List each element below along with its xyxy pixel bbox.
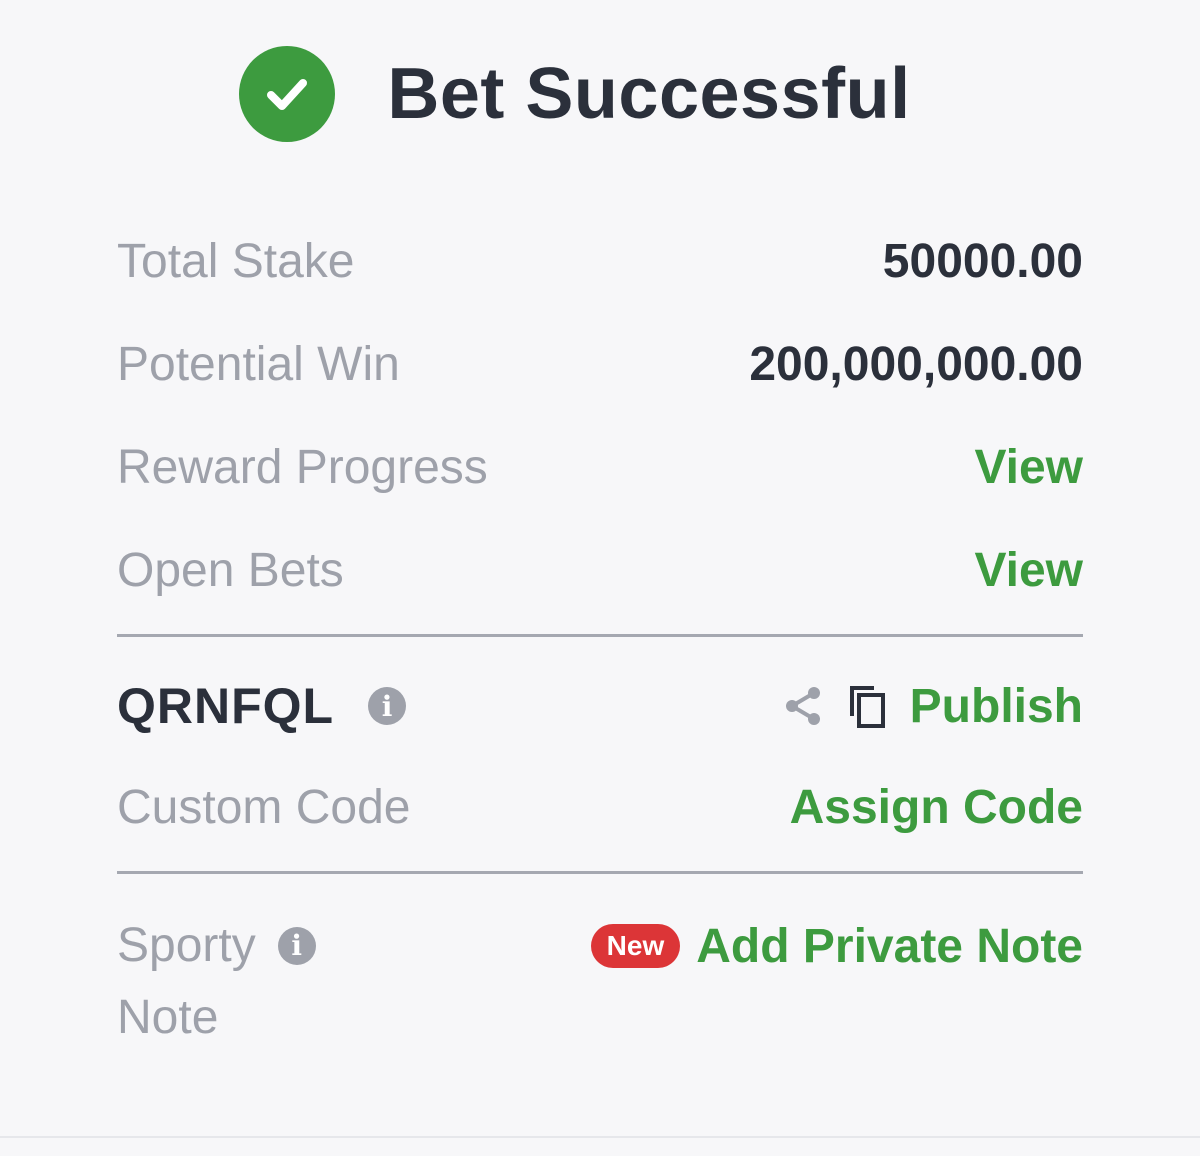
- total-stake-value: 50000.00: [882, 235, 1083, 288]
- reward-progress-label: Reward Progress: [117, 441, 488, 494]
- add-note-group: New Add Private Note: [590, 910, 1083, 982]
- total-stake-row: Total Stake 50000.00: [117, 210, 1083, 313]
- potential-win-value: 200,000,000.00: [749, 338, 1083, 391]
- add-private-note-button[interactable]: Add Private Note: [696, 919, 1083, 974]
- open-bets-row: Open Bets View: [117, 519, 1083, 622]
- potential-win-label: Potential Win: [117, 338, 400, 391]
- reward-progress-row: Reward Progress View: [117, 416, 1083, 519]
- info-icon[interactable]: i: [368, 687, 407, 725]
- success-header: Bet Successful: [0, 44, 1200, 144]
- custom-code-row: Custom Code Assign Code: [117, 775, 1083, 839]
- bet-details: Total Stake 50000.00 Potential Win 200,0…: [117, 210, 1083, 1054]
- booking-actions: Publish: [782, 679, 1083, 734]
- open-bets-view-link[interactable]: View: [974, 543, 1083, 598]
- total-stake-label: Total Stake: [117, 235, 355, 288]
- open-bets-label: Open Bets: [117, 544, 344, 597]
- assign-code-button[interactable]: Assign Code: [790, 780, 1083, 835]
- publish-button[interactable]: Publish: [910, 679, 1083, 734]
- reward-progress-view-link[interactable]: View: [974, 440, 1083, 495]
- check-circle-icon: [239, 46, 336, 142]
- booking-code-row: QRNFQL i Publish: [117, 637, 1083, 775]
- bottom-divider: [0, 1136, 1200, 1138]
- sporty-note-row: Sporty i Note New Add Private Note: [117, 910, 1083, 1054]
- potential-win-row: Potential Win 200,000,000.00: [117, 313, 1083, 416]
- copy-icon[interactable]: [846, 682, 888, 730]
- booking-code-group: QRNFQL i: [117, 677, 407, 735]
- share-icon[interactable]: [782, 684, 824, 728]
- divider: [117, 871, 1083, 874]
- sporty-note-label-group: Sporty i Note: [117, 910, 377, 1054]
- page-title: Bet Successful: [387, 54, 911, 134]
- custom-code-label: Custom Code: [117, 780, 411, 834]
- booking-code: QRNFQL: [117, 678, 335, 734]
- new-badge: New: [590, 924, 681, 968]
- info-icon[interactable]: i: [277, 927, 316, 965]
- bet-success-page: Bet Successful Total Stake 50000.00 Pote…: [0, 0, 1200, 1156]
- sporty-note-label-line1: Sporty: [117, 919, 256, 972]
- sporty-note-label-line2: Note: [117, 991, 219, 1044]
